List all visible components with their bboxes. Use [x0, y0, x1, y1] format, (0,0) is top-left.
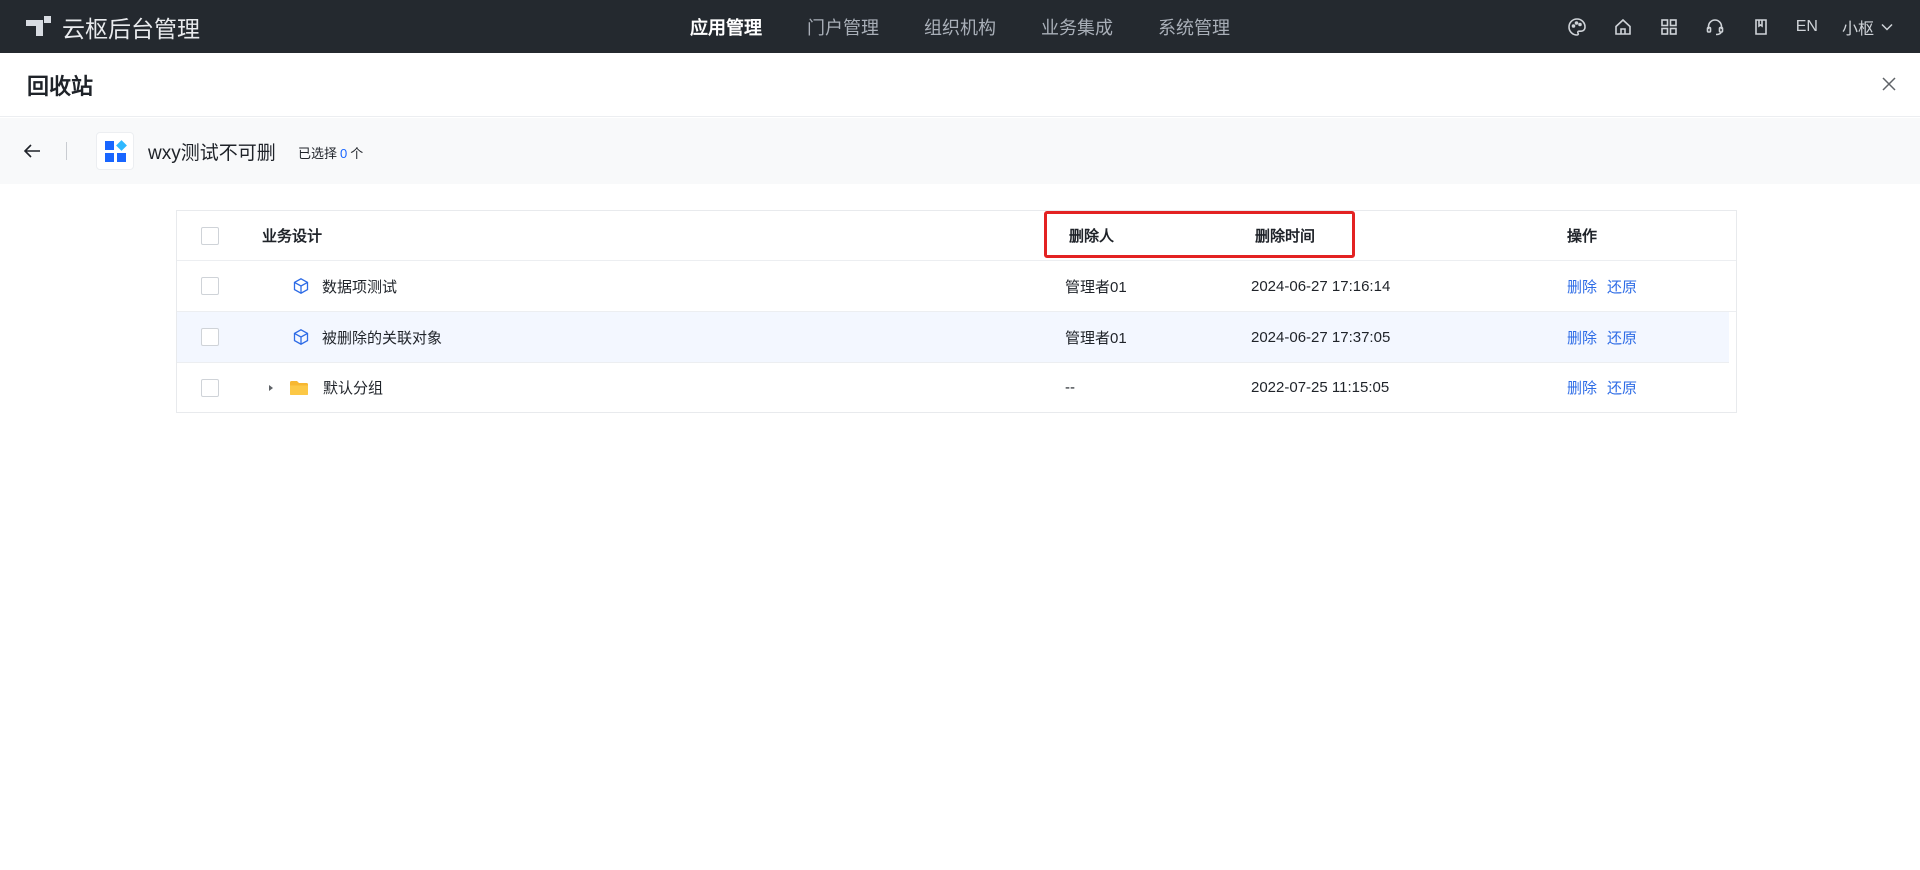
- restore-link[interactable]: 还原: [1607, 327, 1637, 348]
- cube-model-icon: [293, 329, 309, 345]
- delete-link[interactable]: 删除: [1567, 276, 1597, 297]
- nav-item-portal-management[interactable]: 门户管理: [807, 14, 879, 40]
- headset-support-icon[interactable]: [1704, 16, 1726, 38]
- page-title: 回收站: [27, 74, 94, 99]
- divider: [66, 142, 67, 160]
- row-delete-time: 2024-06-27 17:16:14: [1251, 277, 1391, 295]
- select-all-checkbox[interactable]: [201, 226, 219, 245]
- restore-link[interactable]: 还原: [1607, 377, 1637, 398]
- table-row[interactable]: 默认分组 -- 2022-07-25 11:15:05 删除 还原: [177, 363, 1736, 412]
- row-deleter: 管理者01: [1065, 278, 1127, 296]
- column-header-business-design: 业务设计: [262, 228, 323, 245]
- column-header-delete-time: 删除时间: [1255, 228, 1316, 245]
- delete-link[interactable]: 删除: [1567, 327, 1597, 348]
- selected-count: 0: [340, 146, 348, 161]
- brand-logo-icon: [26, 15, 52, 38]
- user-name: 小枢: [1841, 20, 1874, 38]
- back-arrow-icon[interactable]: [20, 139, 44, 163]
- apps-grid-icon[interactable]: [1658, 16, 1680, 38]
- language-switch[interactable]: EN: [1796, 18, 1818, 36]
- app-logo-icon: [96, 132, 134, 170]
- selected-prefix: 已选择: [298, 146, 338, 161]
- row-actions: 删除 还原: [1567, 261, 1637, 311]
- user-menu[interactable]: 小枢: [1842, 15, 1894, 39]
- row-actions: 删除 还原: [1567, 363, 1637, 412]
- restore-link[interactable]: 还原: [1607, 276, 1637, 297]
- row-checkbox[interactable]: [201, 378, 219, 397]
- app-name: wxy测试不可删: [148, 143, 276, 164]
- nav-item-organization[interactable]: 组织机构: [924, 14, 996, 40]
- row-delete-time: 2024-06-27 17:37:05: [1251, 328, 1391, 346]
- brand-title: 云枢后台管理: [62, 15, 200, 42]
- folder-icon: [290, 380, 308, 395]
- nav-item-system-management[interactable]: 系统管理: [1158, 14, 1230, 40]
- page-header: 回收站: [0, 53, 1920, 117]
- palette-icon[interactable]: [1566, 16, 1588, 38]
- table-row[interactable]: 被删除的关联对象 管理者01 2024-06-27 17:37:05 删除 还原: [177, 312, 1729, 363]
- row-name: 默认分组: [323, 380, 384, 397]
- top-navbar: 云枢后台管理 应用管理 门户管理 组织机构 业务集成 系统管理 EN 小枢: [0, 0, 1920, 53]
- cube-model-icon: [293, 278, 309, 294]
- selected-count-info: 已选择 0 个: [298, 143, 363, 162]
- nav-item-business-integration[interactable]: 业务集成: [1041, 14, 1113, 40]
- row-delete-time: 2022-07-25 11:15:05: [1251, 379, 1390, 396]
- selected-suffix: 个: [350, 146, 364, 161]
- column-header-actions: 操作: [1567, 228, 1598, 245]
- chevron-down-icon: [1881, 23, 1893, 31]
- caret-right-icon[interactable]: [267, 384, 275, 392]
- column-header-deleter: 删除人: [1069, 228, 1115, 245]
- table-header-row: 业务设计 删除人 删除时间 操作: [177, 211, 1736, 261]
- close-icon[interactable]: [1878, 73, 1900, 95]
- row-name-cell: 被删除的关联对象: [262, 312, 442, 362]
- row-checkbox[interactable]: [201, 328, 219, 346]
- row-name: 被删除的关联对象: [322, 329, 443, 347]
- home-icon[interactable]: [1612, 16, 1634, 38]
- row-name: 数据项测试: [322, 278, 398, 296]
- main-nav: 应用管理 门户管理 组织机构 业务集成 系统管理: [690, 0, 1230, 53]
- brand[interactable]: 云枢后台管理: [26, 0, 200, 53]
- row-checkbox[interactable]: [201, 277, 219, 295]
- book-icon[interactable]: [1750, 16, 1772, 38]
- row-deleter: --: [1065, 379, 1075, 396]
- row-name-cell: 默认分组: [262, 363, 383, 412]
- row-deleter: 管理者01: [1065, 329, 1127, 347]
- recycle-bin-table: 业务设计 删除人 删除时间 操作 数据项测试 管理者01 2024-06-27 …: [176, 210, 1737, 413]
- nav-item-app-management[interactable]: 应用管理: [690, 14, 762, 40]
- app-info-bar: wxy测试不可删 已选择 0 个: [0, 118, 1920, 184]
- row-actions: 删除 还原: [1567, 312, 1637, 362]
- delete-link[interactable]: 删除: [1567, 377, 1597, 398]
- top-toolbar: EN 小枢: [1566, 0, 1894, 53]
- row-name-cell: 数据项测试: [262, 261, 397, 311]
- table-row[interactable]: 数据项测试 管理者01 2024-06-27 17:16:14 删除 还原: [177, 261, 1736, 312]
